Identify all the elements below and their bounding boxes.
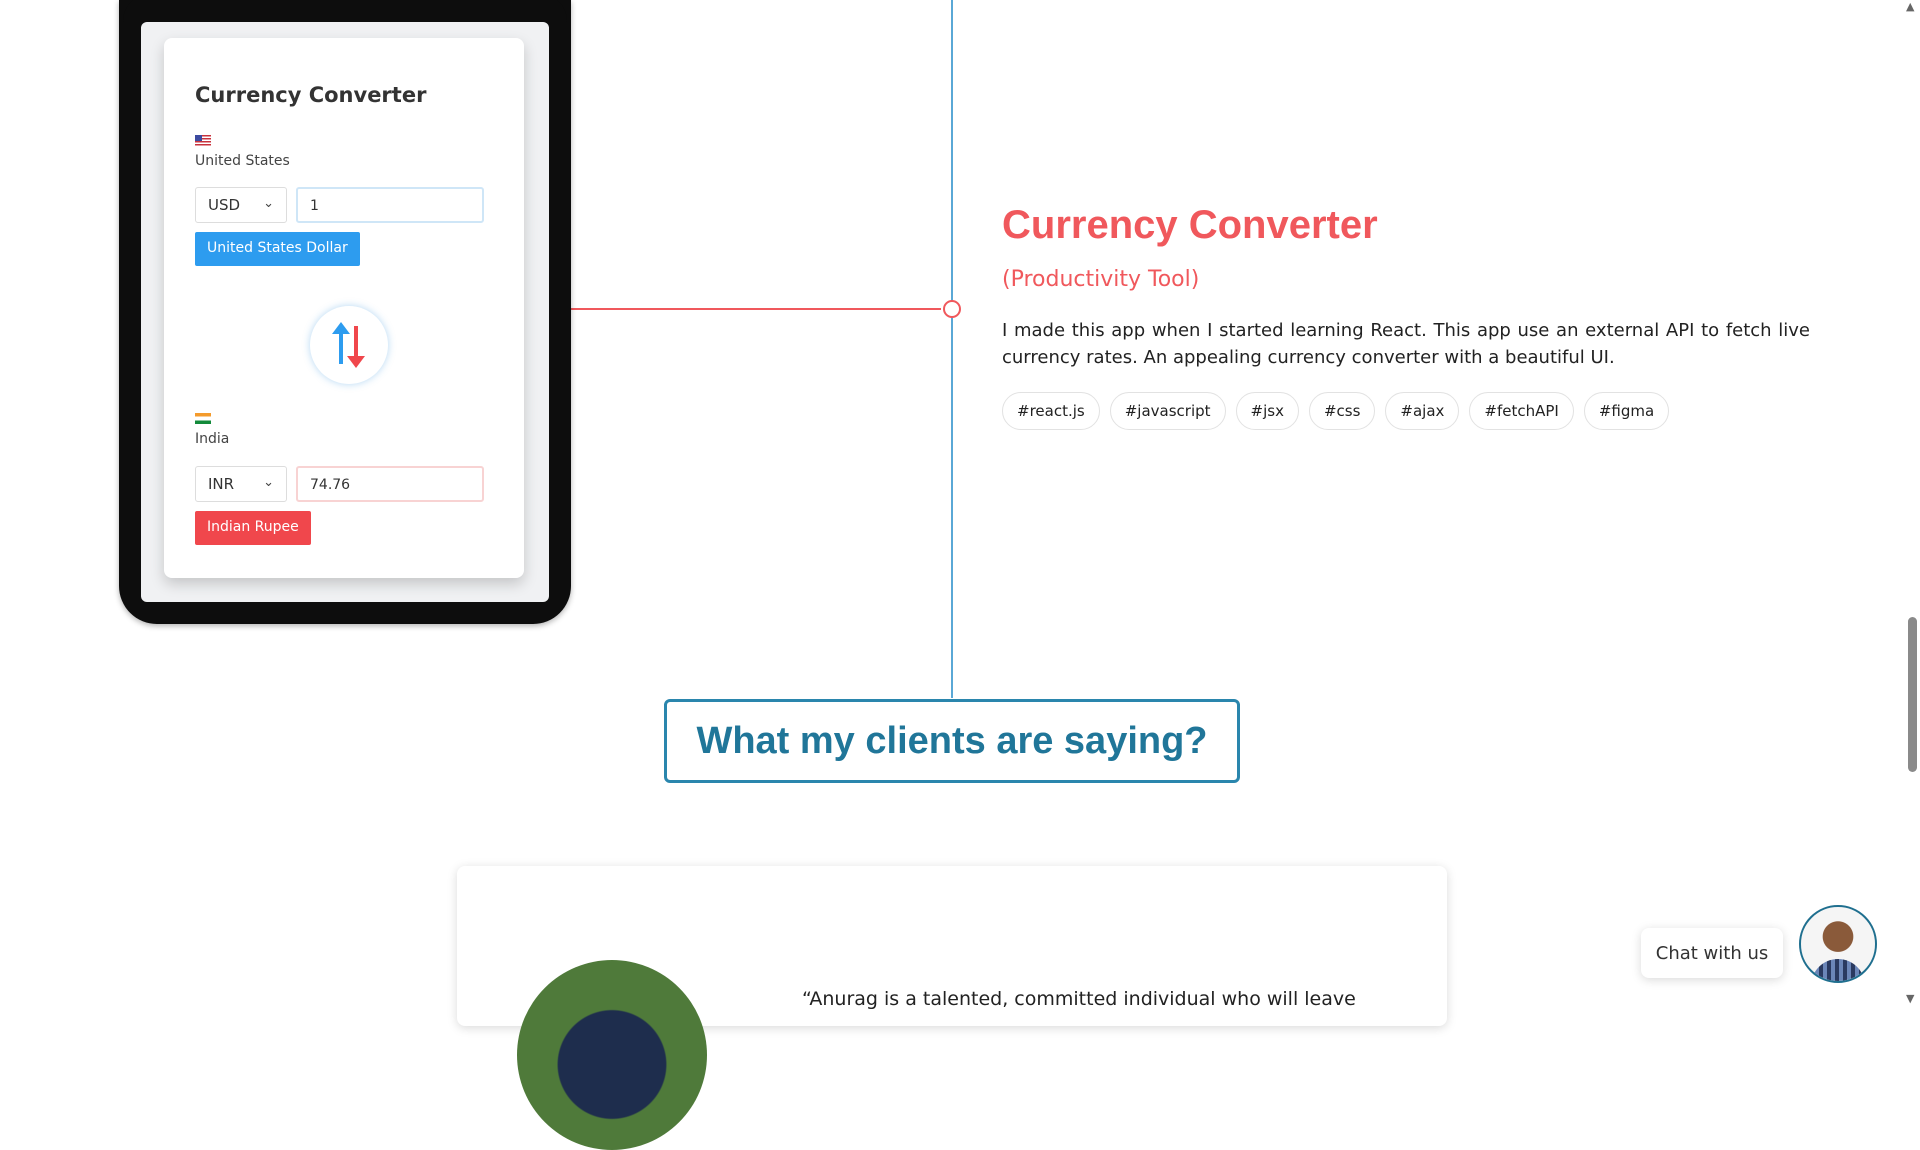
swap-button[interactable] <box>310 306 388 384</box>
chat-label: Chat with us <box>1655 942 1769 964</box>
tag-fetchapi[interactable]: #fetchAPI <box>1469 392 1574 430</box>
to-currency-name-button[interactable]: Indian Rupee <box>195 511 311 545</box>
chevron-down-icon: ⌄ <box>263 196 274 211</box>
converter-card: Currency Converter United States USD ⌄ 1… <box>164 38 524 578</box>
tablet-mockup: Currency Converter United States USD ⌄ 1… <box>119 0 571 624</box>
converter-title: Currency Converter <box>195 83 427 107</box>
to-currency-select[interactable]: INR ⌄ <box>195 466 287 502</box>
timeline-line <box>951 0 953 698</box>
to-country: India <box>195 431 230 447</box>
from-amount-input[interactable]: 1 <box>296 187 484 223</box>
tag-figma[interactable]: #figma <box>1583 392 1670 430</box>
chat-button[interactable]: Chat with us <box>1641 928 1783 978</box>
scroll-down-icon[interactable]: ▼ <box>1906 992 1914 1005</box>
testimonial-card: “Anurag is a talented, committed individ… <box>457 866 1447 1150</box>
timeline-connector <box>571 308 941 310</box>
client-photo <box>517 960 707 1150</box>
clients-heading: What my clients are saying? <box>696 719 1208 762</box>
project-category: (Productivity Tool) <box>1002 267 1200 292</box>
clients-heading-box: What my clients are saying? <box>664 699 1240 783</box>
project-description: I made this app when I started learning … <box>1002 320 1810 368</box>
chat-avatar[interactable] <box>1799 905 1877 983</box>
from-currency-code: USD <box>208 196 241 214</box>
to-currency-code: INR <box>208 475 235 493</box>
to-amount-input[interactable]: 74.76 <box>296 466 484 502</box>
tablet-screen: Currency Converter United States USD ⌄ 1… <box>141 22 549 602</box>
scrollbar-thumb[interactable] <box>1908 617 1917 772</box>
from-country: United States <box>195 153 290 169</box>
project-title: Currency Converter <box>1002 203 1378 247</box>
us-flag-icon <box>195 135 211 146</box>
scroll-up-icon[interactable]: ▲ <box>1906 0 1914 13</box>
tag-react[interactable]: #react.js <box>1002 392 1100 430</box>
tag-jsx[interactable]: #jsx <box>1235 392 1299 430</box>
from-currency-select[interactable]: USD ⌄ <box>195 187 287 223</box>
tag-ajax[interactable]: #ajax <box>1385 392 1460 430</box>
chevron-down-icon: ⌄ <box>263 475 274 490</box>
scrollbar[interactable] <box>1905 0 1920 1007</box>
india-flag-icon <box>195 413 211 424</box>
project-tags: #react.js #javascript #jsx #css #ajax #f… <box>1002 392 1670 430</box>
from-currency-name-button[interactable]: United States Dollar <box>195 232 360 266</box>
tag-javascript[interactable]: #javascript <box>1109 392 1226 430</box>
tag-css[interactable]: #css <box>1308 392 1376 430</box>
timeline-node <box>943 300 961 318</box>
swap-arrows-icon <box>332 322 365 368</box>
